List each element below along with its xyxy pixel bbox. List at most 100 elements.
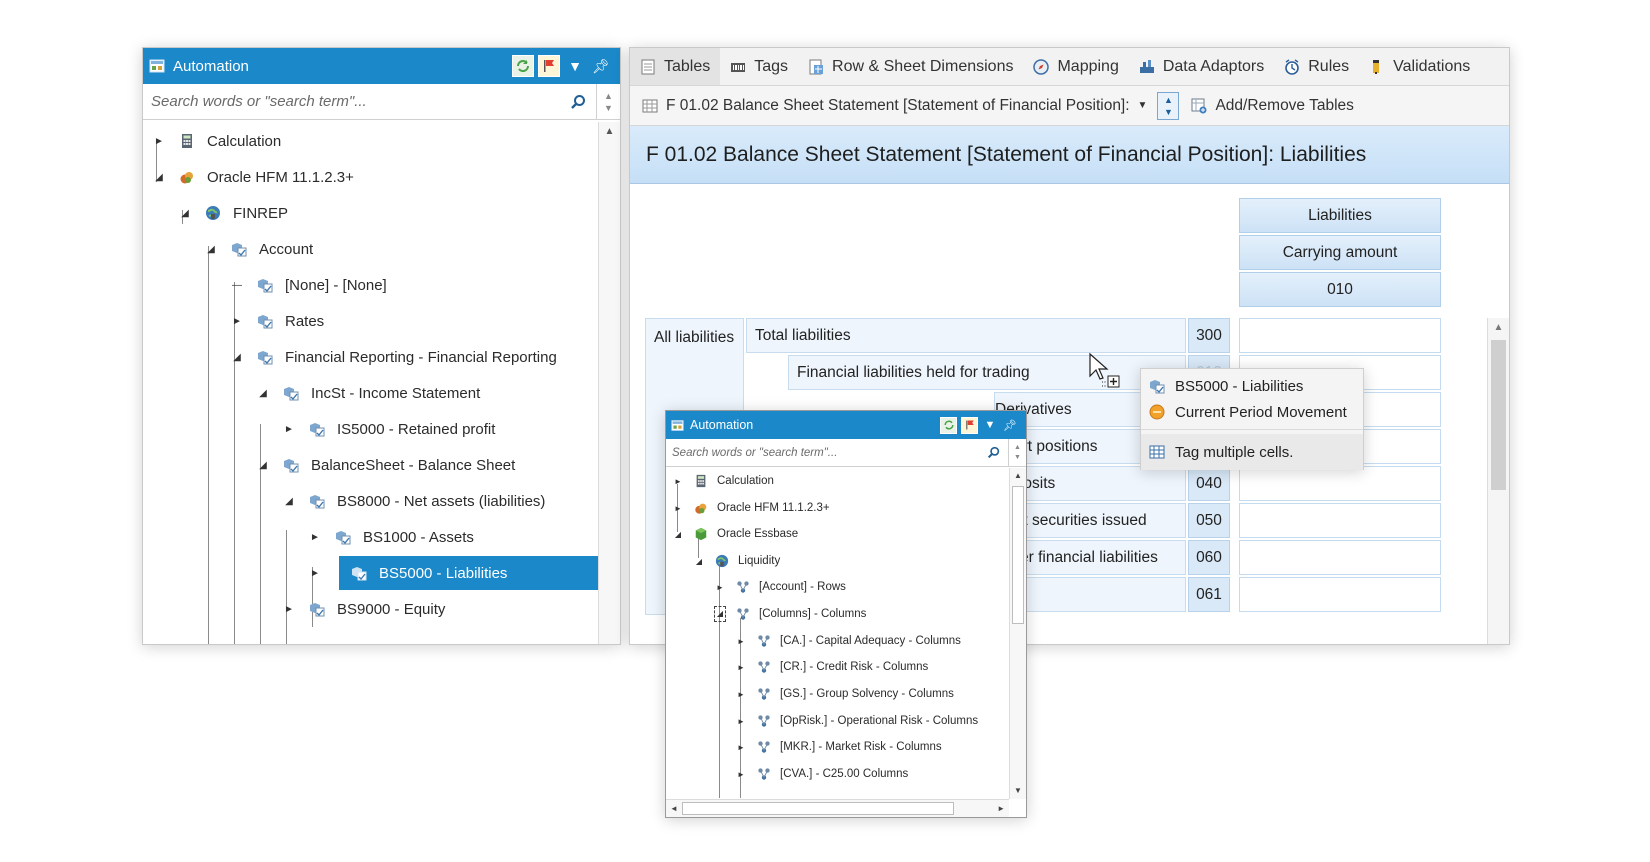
scroll-up-icon[interactable]: ▲: [1488, 318, 1509, 338]
tree-item-oracle-hfm[interactable]: ◢ Oracle HFM 11.1.2.3+: [151, 160, 354, 194]
tab-data-adaptors[interactable]: Data Adaptors: [1129, 48, 1274, 85]
flag-button[interactable]: [538, 55, 560, 77]
search-icon[interactable]: [987, 446, 1000, 459]
float-item-gs[interactable]: ► [GS.] - Group Solvency - Columns: [735, 681, 954, 707]
tab-row-sheet-dimensions[interactable]: Row & Sheet Dimensions: [798, 48, 1023, 85]
dropdown-arrow-icon[interactable]: ▼: [564, 58, 586, 74]
expand-arrow-icon[interactable]: ►: [281, 604, 297, 615]
tree-item-financial-reporting[interactable]: ◢ Financial Reporting - Financial Report…: [229, 340, 557, 374]
table-nav-stepper[interactable]: ▲ ▼: [1157, 91, 1180, 120]
float-item-oracle-essbase[interactable]: ◢ Oracle Essbase: [672, 521, 798, 547]
tree-item-incst[interactable]: ◢ IncSt - Income Statement: [255, 376, 480, 410]
float-item-columns[interactable]: ◢ [Columns] - Columns: [714, 601, 866, 627]
collapse-arrow-icon[interactable]: ◢: [281, 496, 297, 507]
refresh-button[interactable]: [512, 55, 534, 77]
tree-item-bs1000[interactable]: ► BS1000 - Assets: [307, 520, 474, 554]
table-select-value[interactable]: F 01.02 Balance Sheet Statement [Stateme…: [666, 97, 1130, 115]
spin-up-icon[interactable]: ▲: [604, 90, 613, 102]
expand-arrow-icon[interactable]: ►: [672, 504, 684, 513]
expand-arrow-icon[interactable]: ►: [281, 424, 297, 435]
tab-mapping[interactable]: Mapping: [1023, 48, 1128, 85]
pin-icon[interactable]: 📌︎: [1002, 419, 1018, 432]
prev-table-icon[interactable]: ▲: [1164, 94, 1173, 106]
expand-arrow-icon[interactable]: ►: [735, 743, 747, 752]
float-hscroll-thumb[interactable]: [682, 802, 954, 815]
float-item-mkr[interactable]: ► [MKR.] - Market Risk - Columns: [735, 734, 942, 760]
data-cell[interactable]: [1239, 466, 1441, 501]
tree-item-bs9000[interactable]: ► BS9000 - Equity: [281, 592, 445, 626]
collapse-arrow-icon[interactable]: ◢: [255, 460, 271, 471]
float-item-account-rows[interactable]: ► [Account] - Rows: [714, 574, 846, 600]
float-vscroll-thumb[interactable]: [1012, 486, 1024, 624]
collapse-arrow-icon[interactable]: ◢: [151, 172, 167, 183]
scroll-up-icon[interactable]: ▲: [1010, 468, 1026, 484]
flag-button[interactable]: [961, 416, 978, 434]
tree-scrollbar[interactable]: ▲: [598, 122, 620, 644]
collapse-arrow-icon[interactable]: ◢: [177, 208, 193, 219]
tab-rules[interactable]: Rules: [1274, 48, 1359, 85]
collapse-arrow-icon[interactable]: ◢: [672, 530, 684, 539]
data-cell[interactable]: [1239, 577, 1441, 612]
tree-item-bs5000-selected[interactable]: BS5000 - Liabilities: [339, 556, 599, 590]
collapse-arrow-icon[interactable]: ◢: [714, 606, 726, 622]
tree-item-finrep[interactable]: ◢ FINREP: [177, 196, 288, 230]
data-cell[interactable]: [1239, 318, 1441, 353]
data-cell[interactable]: [1239, 503, 1441, 538]
tree-item-rates[interactable]: ► Rates: [229, 304, 324, 338]
collapse-arrow-icon[interactable]: ◢: [229, 352, 245, 363]
tab-tags[interactable]: Tags: [720, 48, 798, 85]
expand-arrow-icon[interactable]: ►: [307, 568, 323, 579]
tree-item-bs8000[interactable]: ◢ BS8000 - Net assets (liabilities): [281, 484, 545, 518]
tree-item-bs5000-expander[interactable]: ►: [307, 556, 335, 590]
tab-tables[interactable]: Tables: [630, 48, 721, 85]
float-item-cva[interactable]: ► [CVA.] - C25.00 Columns: [735, 761, 908, 787]
collapse-arrow-icon[interactable]: ◢: [693, 557, 705, 566]
next-table-icon[interactable]: ▼: [1164, 106, 1173, 118]
float-item-ca[interactable]: ► [CA.] - Capital Adequacy - Columns: [735, 628, 961, 654]
collapse-arrow-icon[interactable]: ◢: [203, 244, 219, 255]
tree-item-none[interactable]: — [None] - [None]: [229, 268, 387, 302]
spin-up-icon[interactable]: ▲: [1014, 443, 1021, 453]
search-spinner[interactable]: ▲ ▼: [596, 84, 620, 119]
tree-item-balancesheet[interactable]: ◢ BalanceSheet - Balance Sheet: [255, 448, 515, 482]
data-cell[interactable]: [1239, 540, 1441, 575]
float-search-input[interactable]: [666, 439, 987, 466]
search-icon[interactable]: [570, 94, 586, 110]
tab-validations[interactable]: Validations: [1359, 48, 1480, 85]
float-item-cr[interactable]: ► [CR.] - Credit Risk - Columns: [735, 654, 928, 680]
float-item-liquidity[interactable]: ◢ Liquidity: [693, 548, 780, 574]
add-remove-tables-button[interactable]: Add/Remove Tables: [1191, 97, 1354, 115]
float-item-oprisk[interactable]: ► [OpRisk.] - Operational Risk - Columns: [735, 708, 978, 734]
expand-arrow-icon[interactable]: ►: [672, 477, 684, 486]
expand-arrow-icon[interactable]: ►: [151, 136, 167, 147]
float-search-spinner[interactable]: ▲ ▼: [1008, 439, 1026, 466]
spin-down-icon[interactable]: ▼: [1014, 453, 1021, 463]
dropdown-caret-icon[interactable]: ▼: [1138, 100, 1148, 111]
tree-item-calculation[interactable]: ► Calculation: [151, 124, 281, 158]
expand-arrow-icon[interactable]: ►: [307, 532, 323, 543]
expand-arrow-icon[interactable]: ►: [714, 583, 726, 592]
float-vscroll[interactable]: ▲ ▼: [1009, 468, 1026, 799]
grid-scroll-thumb[interactable]: [1491, 340, 1506, 490]
grid-scrollbar[interactable]: ▲: [1487, 318, 1509, 644]
scroll-down-icon[interactable]: ▼: [1010, 783, 1026, 799]
refresh-button[interactable]: [940, 416, 957, 434]
float-item-calculation[interactable]: ► Calculation: [672, 468, 774, 494]
scroll-right-icon[interactable]: ►: [997, 804, 1005, 813]
expand-arrow-icon[interactable]: ►: [735, 663, 747, 672]
search-input[interactable]: [143, 84, 570, 119]
collapse-arrow-icon[interactable]: ◢: [255, 388, 271, 399]
float-item-oracle-hfm[interactable]: ► Oracle HFM 11.1.2.3+: [672, 495, 830, 521]
expand-arrow-icon[interactable]: ►: [735, 770, 747, 779]
expand-arrow-icon[interactable]: ►: [735, 717, 747, 726]
dropdown-arrow-icon[interactable]: ▼: [982, 419, 998, 431]
scroll-up-icon[interactable]: ▲: [599, 122, 620, 142]
pin-icon[interactable]: 📌︎: [590, 58, 612, 75]
spin-down-icon[interactable]: ▼: [604, 102, 613, 114]
expand-arrow-icon[interactable]: ►: [229, 316, 245, 327]
float-hscroll[interactable]: ◄ ►: [666, 799, 1009, 817]
tree-item-is5000[interactable]: ► IS5000 - Retained profit: [281, 412, 495, 446]
tree-item-account[interactable]: ◢ Account: [203, 232, 313, 266]
scroll-left-icon[interactable]: ◄: [670, 804, 678, 813]
expand-arrow-icon[interactable]: ►: [735, 690, 747, 699]
